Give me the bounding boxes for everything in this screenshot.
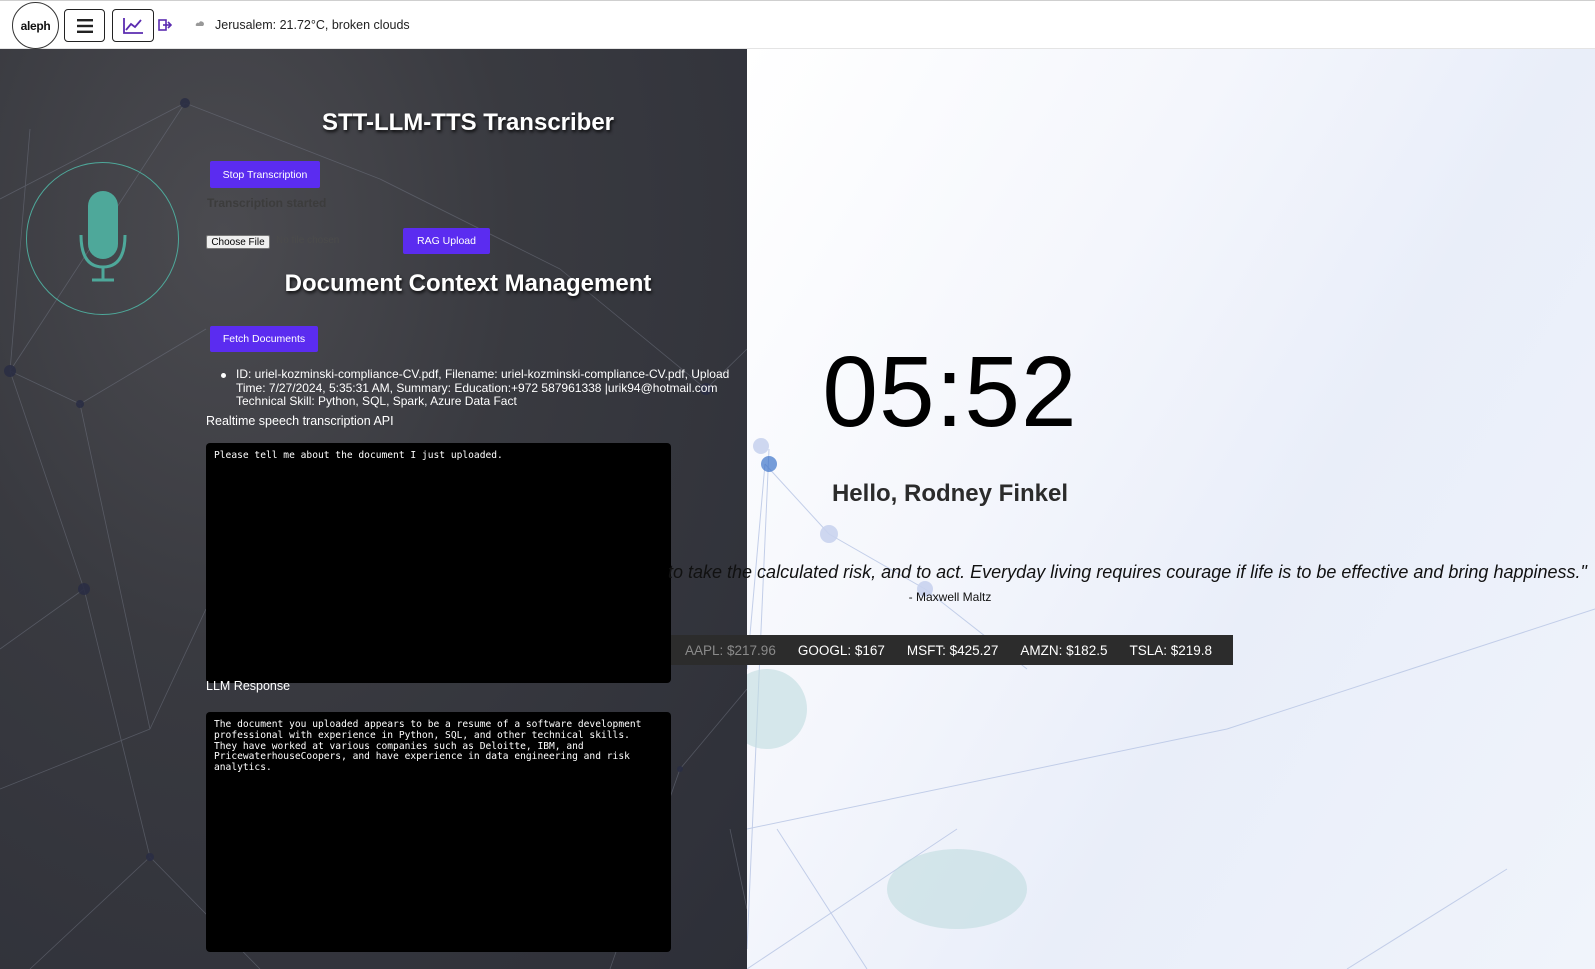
stock-googl: GOOGL: $167 — [797, 642, 885, 658]
stock-msft: MSFT: $425.27 — [906, 642, 999, 658]
llm-response-label: LLM Response — [206, 679, 291, 693]
chart-icon — [123, 17, 143, 34]
stock-tsla: TSLA: $219.8 — [1129, 642, 1213, 658]
transcriber-title: STT-LLM-TTS Transcriber — [321, 109, 615, 136]
quote-author: - Maxwell Maltz — [908, 590, 992, 604]
menu-button[interactable] — [64, 9, 105, 42]
dashboard-panel — [747, 49, 1595, 969]
document-context-title: Document Context Management — [284, 270, 652, 297]
weather-cloud-icon — [195, 21, 204, 26]
aleph-logo[interactable]: aleph — [12, 2, 59, 49]
menu-icon — [76, 18, 93, 33]
file-selected-text: No file chosen — [276, 235, 340, 246]
analytics-button[interactable] — [112, 9, 154, 42]
top-bar: aleph Jerusalem: 21.72°C, broken clouds — [0, 0, 1595, 49]
stop-transcription-button[interactable]: Stop Transcription — [210, 161, 320, 188]
clock-time: 05:52 — [822, 336, 1078, 448]
realtime-transcription-label: Realtime speech transcription API — [206, 414, 394, 428]
stock-ticker: AAPL: $217.96 GOOGL: $167 MSFT: $425.27 … — [671, 635, 1233, 665]
rag-upload-button[interactable]: RAG Upload — [403, 228, 490, 254]
stock-amzn: AMZN: $182.5 — [1020, 642, 1108, 658]
llm-response-box[interactable]: The document you uploaded appears to be … — [206, 712, 671, 952]
list-bullet — [221, 373, 226, 378]
network-background-right — [747, 438, 1595, 969]
realtime-transcription-box[interactable]: Please tell me about the document I just… — [206, 443, 671, 683]
microphone-icon[interactable] — [78, 191, 128, 283]
choose-file-button[interactable]: Choose File — [206, 235, 270, 249]
stock-aapl: AAPL: $217.96 — [685, 642, 776, 658]
daily-quote: to take the calculated risk, and to act.… — [668, 562, 1587, 582]
transcriber-panel: STT-LLM-TTS Transcriber Stop Transcripti… — [0, 49, 747, 969]
document-list-item: ID: uriel-kozminski-compliance-CV.pdf, F… — [236, 367, 730, 408]
weather-info: Jerusalem: 21.72°C, broken clouds — [215, 18, 410, 32]
fetch-documents-button[interactable]: Fetch Documents — [210, 326, 318, 352]
transcription-status: Transcription started — [207, 196, 327, 210]
user-greeting: Hello, Rodney Finkel — [831, 480, 1069, 507]
logout-icon[interactable] — [158, 18, 172, 32]
